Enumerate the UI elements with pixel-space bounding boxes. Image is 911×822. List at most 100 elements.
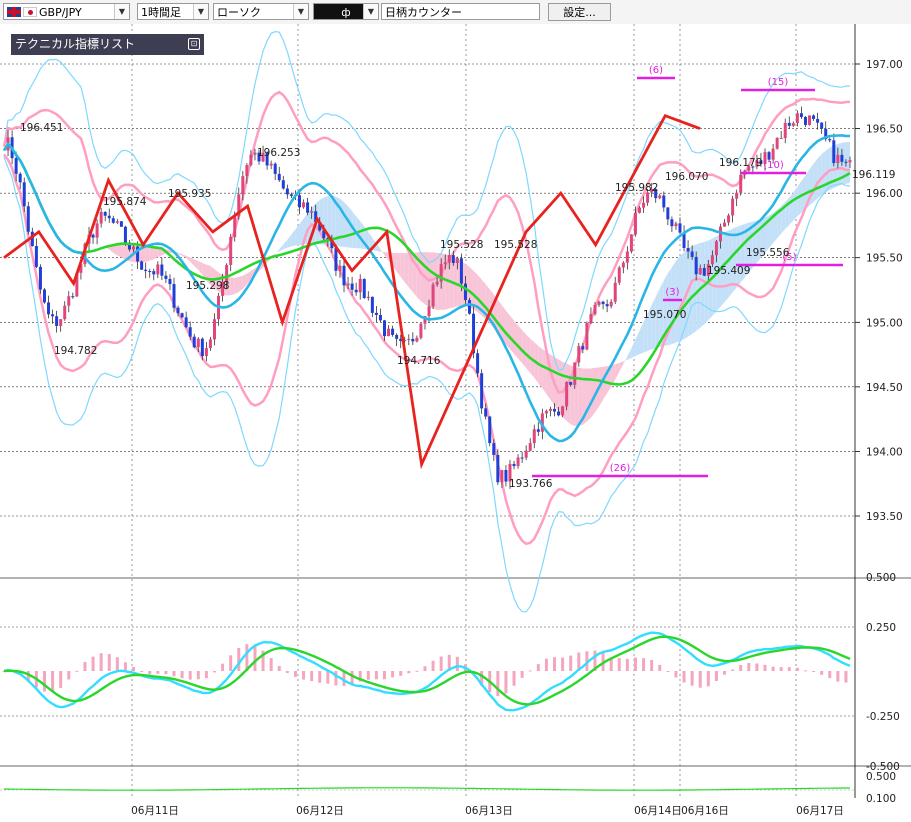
histogram-bar [455,656,459,671]
candle-body [459,258,463,284]
chart-style-select[interactable]: ローソク ▼ [213,3,309,20]
histogram-bar [277,665,281,671]
candle-body [180,313,184,318]
candle-body [91,234,95,238]
histogram-bar [714,671,718,681]
histogram-bar [674,671,678,678]
candle-body [71,296,75,298]
price-label: 194.782 [54,345,97,357]
candle-body [34,246,38,267]
histogram-bar [812,671,816,673]
histogram-bar [204,671,208,679]
candle-body [391,328,395,335]
candle-body [443,262,447,265]
histogram-bar [302,671,306,680]
price-label: 195.298 [186,280,229,292]
candle-body [629,234,633,252]
cloud-segment [623,356,628,365]
candle-body [569,381,573,385]
counter-label: (10) [763,160,784,171]
histogram-bar [148,671,152,675]
histogram-bar [326,671,330,684]
histogram-bar [366,671,370,680]
candle-body [787,122,791,126]
cloud-segment [275,249,280,255]
histogram-bar [779,667,783,671]
histogram-bar [496,671,500,697]
histogram-bar [747,663,751,671]
candle-body [310,211,314,213]
candle-body [589,314,593,324]
candle-body [492,443,496,455]
price-label: 195.874 [103,196,147,208]
candle-body [544,410,548,414]
price-label: 195.409 [707,265,750,277]
histogram-bar [123,662,127,671]
date-label: 06月16日 [681,805,729,817]
histogram-bar [310,671,314,682]
candle-body [26,206,30,232]
candle-body [520,457,524,459]
grid [0,24,911,798]
histogram-bar [690,671,694,686]
histogram-bar [99,653,103,671]
candle-body [832,140,836,164]
indicator-list-panel[interactable]: テクニカル指標リスト ⊡ [11,34,204,55]
cloud-segment [522,330,527,368]
candle-body [103,212,107,216]
candle-body [702,267,706,276]
timeframe-select[interactable]: 1時間足 ▼ [137,3,209,20]
histogram-bar [536,664,540,671]
candle-body [18,173,22,183]
candle-body [132,246,136,250]
drawing-tool-select[interactable]: ф ▼ [313,3,379,20]
price-label: 195.070 [643,309,686,321]
cloud-segment [813,158,818,203]
price-label: 195.528 [440,239,483,251]
histogram-bar [803,670,807,672]
cloud-segment [145,245,150,262]
candle-body [799,113,803,118]
axis-tick-label: 0.500 [866,572,896,584]
candle-body [297,195,301,208]
candle-body [51,314,55,317]
candle-body [95,223,99,238]
cloud-segment [793,186,798,221]
histogram-bar [318,671,322,683]
counter-label: (26) [610,463,631,474]
candle-body [334,248,338,271]
histogram-bar [67,671,71,680]
candle-body [488,416,492,444]
candle-body [123,226,127,243]
candle-body [577,346,581,363]
cloud-segment [339,198,345,248]
candle-body [419,323,423,338]
candle-body [67,296,71,306]
counter-field[interactable]: 日柄カウンター [381,3,540,20]
price-label: 195.982 [615,182,658,194]
counter-label: (6) [649,65,663,76]
candle-body [273,163,277,174]
histogram-bar [836,671,840,682]
histogram-bar [569,655,573,671]
candle-body [358,278,362,293]
candle-body [370,296,374,313]
counter-label: (3) [665,287,679,298]
candle-body [188,327,192,337]
bollinger-lower-inner [3,153,851,546]
price-label: 196.119 [852,169,895,181]
histogram-bar [415,670,419,672]
candle-body [723,222,727,227]
histogram-bar [512,671,516,686]
cloud-segment [384,252,389,261]
candle-body [281,180,285,189]
expand-icon[interactable]: ⊡ [188,38,200,50]
settings-button[interactable]: 設定... [548,3,611,21]
histogram-bar [431,660,435,671]
histogram-bar [132,667,136,671]
cloud-segment [153,247,158,260]
candle-body [346,283,350,286]
price-chart[interactable]: (26)(6)(3)(15)(10)(5) 196.451195.874195.… [0,24,911,822]
symbol-select[interactable]: GBP/JPY ▼ [3,3,130,20]
cloud-segment [283,239,288,250]
